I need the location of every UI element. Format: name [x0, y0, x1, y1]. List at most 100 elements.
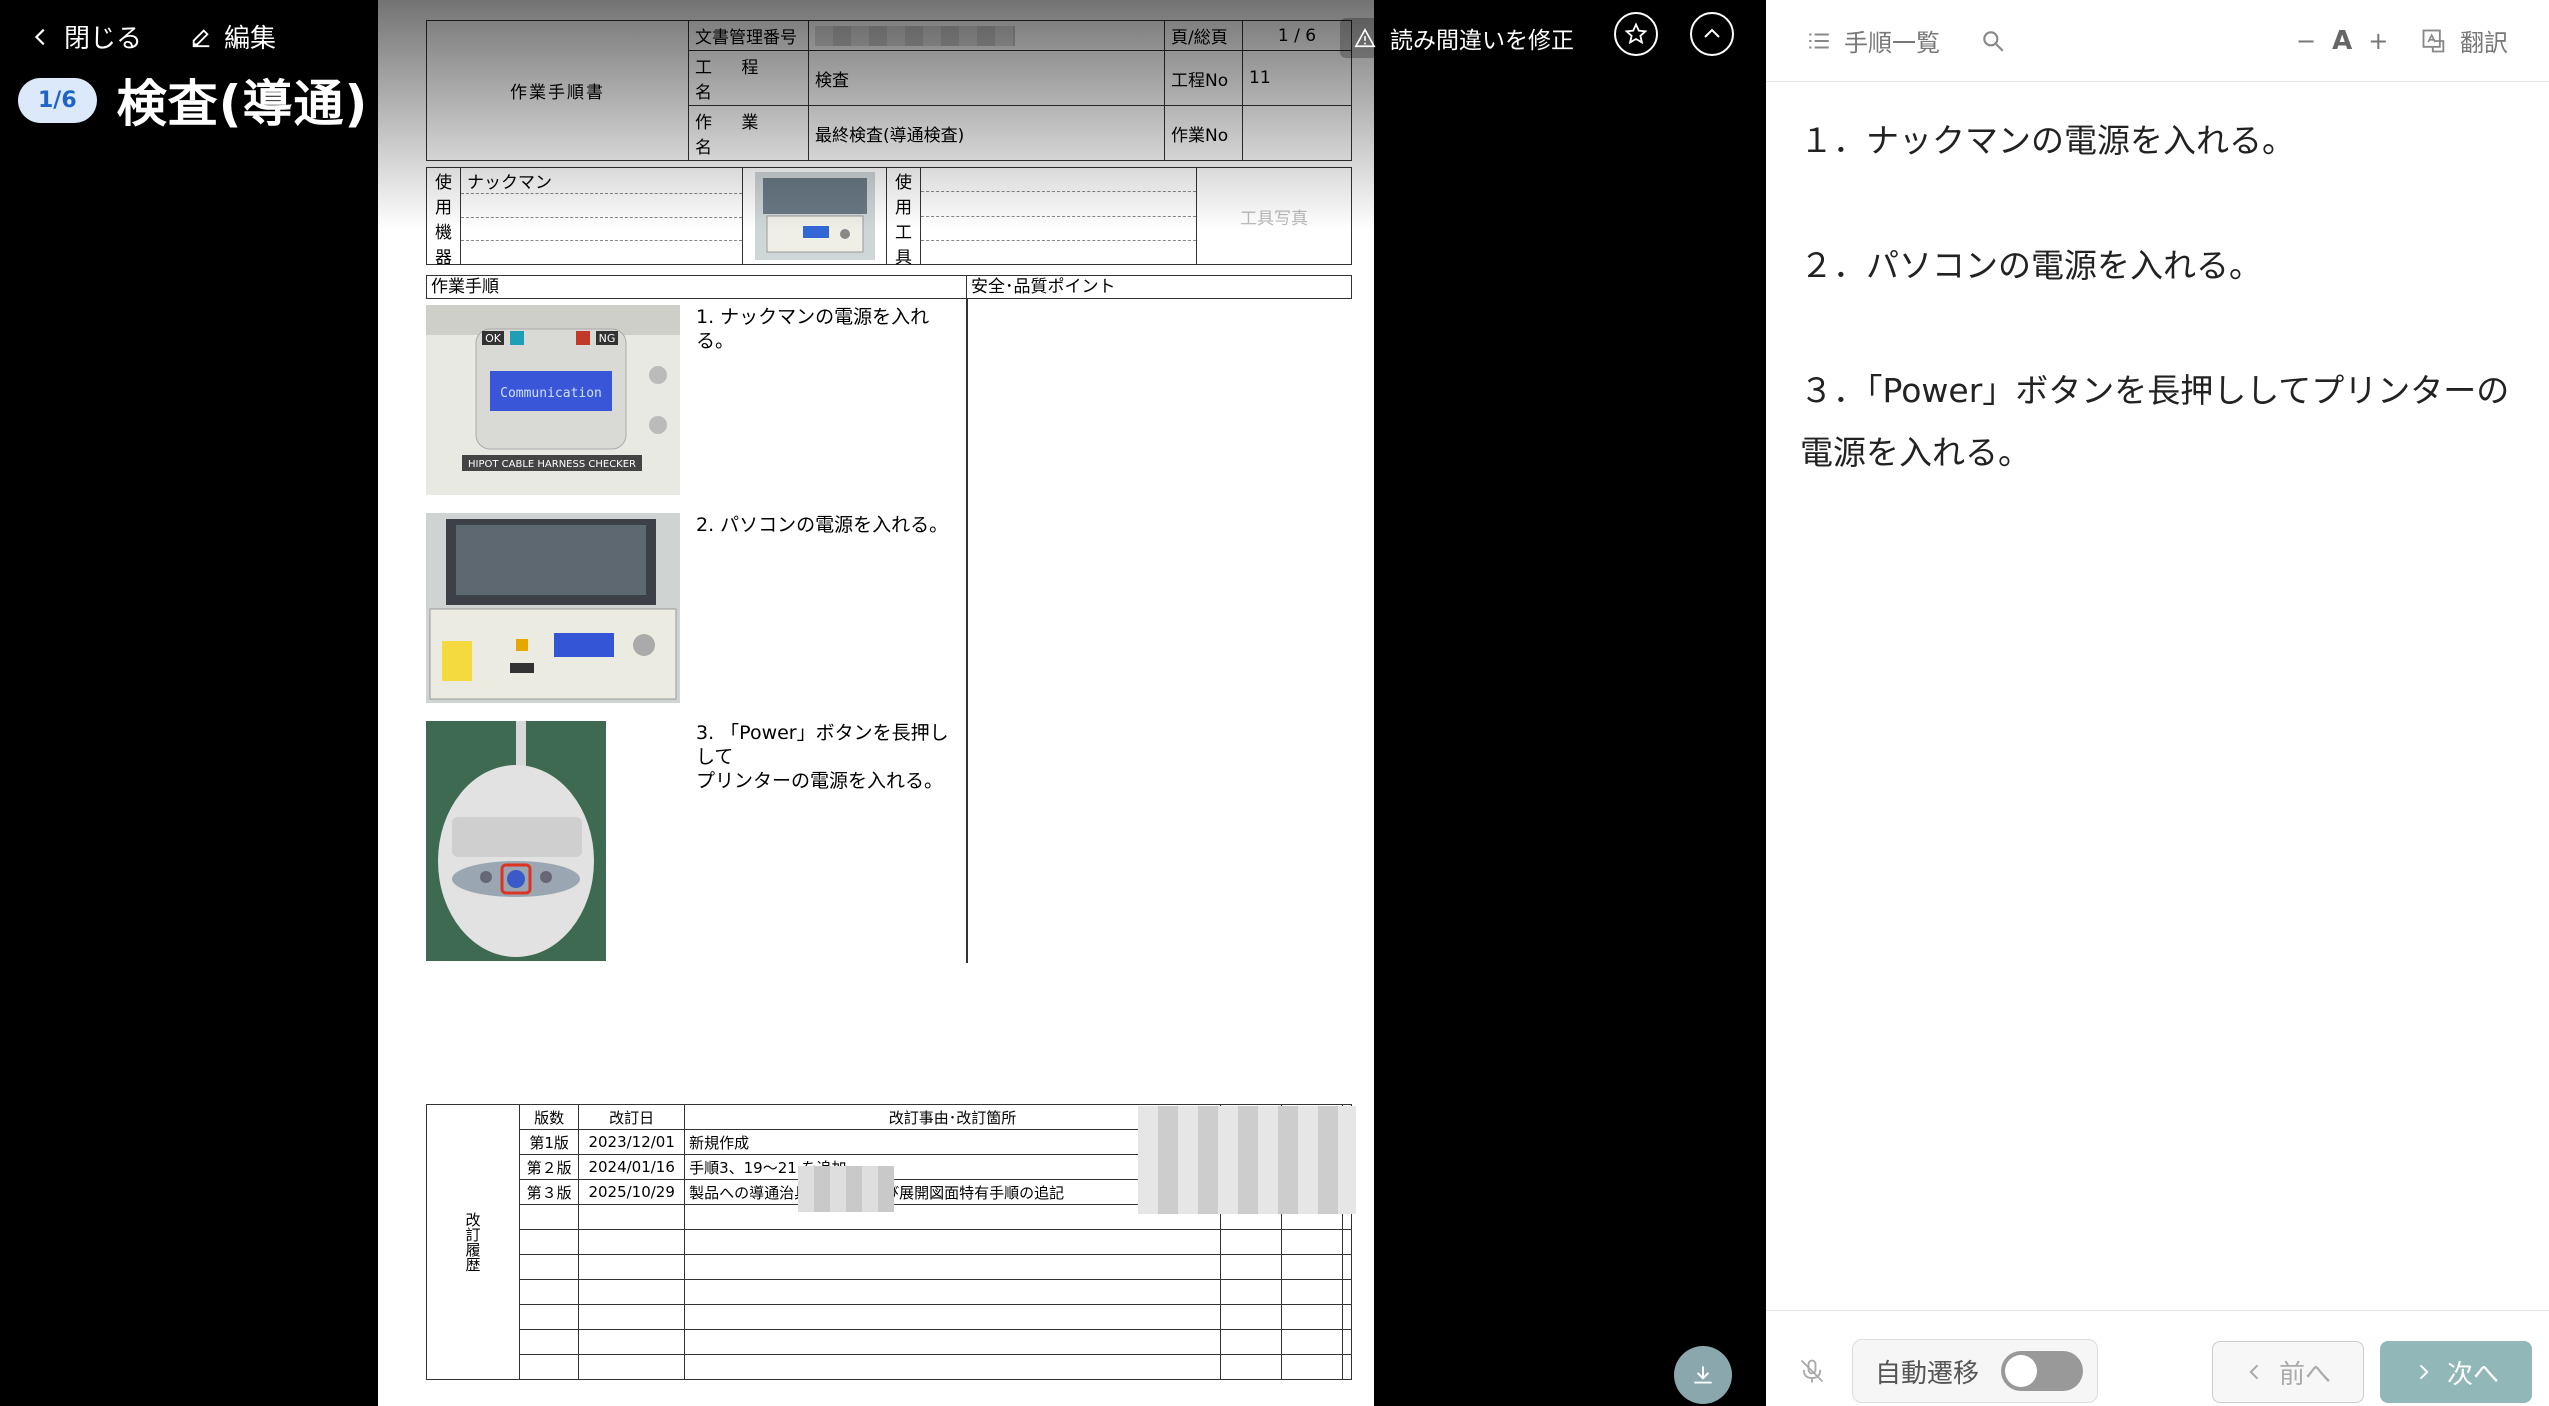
search-icon: [1983, 30, 2004, 52]
revision-cell: [518, 1204, 580, 1230]
work-name-label: 作 業 名: [688, 105, 809, 161]
close-label: 閉じる: [64, 24, 143, 54]
edit-label: 編集: [224, 24, 277, 54]
pencil-icon: [192, 28, 210, 47]
revision-cell: [518, 1354, 580, 1380]
edit-button[interactable]: 編集: [190, 18, 276, 55]
revision-header-ver: 版数: [518, 1104, 580, 1130]
auto-advance-toggle[interactable]: [2001, 1351, 2084, 1391]
revision-cell: [1220, 1354, 1282, 1380]
revision-cell: [518, 1279, 580, 1305]
doc-step-2-text: 2. パソコンの電源を入れる。: [696, 514, 949, 536]
checker-screen-text: Communication: [500, 386, 602, 401]
step-1-photo: Communication OK NG HIPOT CABLE HARNESS …: [426, 305, 680, 495]
ng-label: NG: [599, 332, 616, 345]
translate-button[interactable]: 翻訳: [2420, 23, 2508, 58]
process-value: 検査: [808, 50, 1165, 106]
ok-label: OK: [485, 332, 502, 345]
revision-cell: [1220, 1304, 1282, 1330]
revision-cell: [684, 1254, 1222, 1280]
revision-cell: [684, 1304, 1222, 1330]
font-size-control: − A +: [2296, 26, 2388, 56]
revision-cell: [578, 1304, 686, 1330]
download-button[interactable]: [1674, 1346, 1732, 1404]
collapse-button[interactable]: [1690, 12, 1734, 56]
chevron-left-icon: [34, 28, 45, 45]
revision-cell: [1220, 1254, 1282, 1280]
equipment-photo: [743, 168, 887, 264]
prev-button[interactable]: 前へ: [2212, 1341, 2364, 1403]
tool-label: 使 用 工 具: [887, 168, 921, 268]
favorite-button[interactable]: [1614, 12, 1658, 56]
tool-item-empty: [921, 192, 1196, 217]
equipment-item: ナックマン: [461, 168, 742, 194]
tool-photo-placeholder: 工具写真: [1240, 208, 1308, 229]
revision-cell: [1280, 1279, 1344, 1305]
revision-cell: [1280, 1354, 1344, 1380]
font-increase-button[interactable]: +: [2368, 27, 2388, 55]
prev-label: 前へ: [2278, 1359, 2331, 1390]
revision-cell: [1342, 1254, 1352, 1280]
page-label: 頁/総頁: [1164, 20, 1243, 51]
doc-step-1-text: 1. ナックマンの電源を入れる。: [696, 306, 930, 352]
fix-misreading-button[interactable]: 読み間違いを修正: [1340, 18, 1588, 58]
download-icon: [1694, 1366, 1712, 1384]
revision-cell: [518, 1329, 580, 1355]
warning-icon: [1354, 28, 1376, 48]
mic-button[interactable]: [1798, 1357, 1826, 1389]
app-root: 作業手順書 文書管理番号 頁/総頁 1 / 6 工 程 名 検査 工程No 11…: [0, 0, 2549, 1406]
panel-footer: 自動遷移 前へ 次へ: [1766, 1310, 2549, 1406]
next-button[interactable]: 次へ: [2380, 1341, 2532, 1403]
equipment-label: 使 用 機 器: [427, 168, 461, 268]
document-viewer[interactable]: 作業手順書 文書管理番号 頁/総頁 1 / 6 工 程 名 検査 工程No 11…: [378, 0, 1374, 1406]
chevron-right-icon: [2419, 1364, 2429, 1380]
work-name-value: 最終検査(導通検査): [808, 105, 1165, 161]
blurred-doc-no: [815, 25, 1015, 46]
doc-step-2: 2. パソコンの電源を入れる。: [426, 513, 966, 703]
revision-cell: [578, 1229, 686, 1255]
revision-cell: [578, 1254, 686, 1280]
star-icon: [1624, 22, 1648, 45]
close-button[interactable]: 閉じる: [30, 18, 142, 55]
revision-row-date: 2025/10/29: [578, 1179, 686, 1205]
translate-label: 翻訳: [2460, 29, 2508, 57]
doc-step-1: Communication OK NG HIPOT CABLE HARNESS …: [426, 305, 966, 495]
top-nav: 閉じる 編集: [30, 18, 276, 55]
revision-label: 改訂履歴: [426, 1104, 520, 1380]
tool-char: 使: [895, 173, 912, 193]
revision-cell: [1220, 1329, 1282, 1355]
steps-label: 作業手順: [427, 276, 967, 298]
equipment-item-empty: [461, 218, 742, 242]
panel-step-list: １．ナックマンの電源を入れる。 ２．パソコンの電源を入れる。 ３．「Power」…: [1800, 110, 2530, 547]
revision-row-ver: 第３版: [518, 1179, 580, 1205]
doc-no-value: [808, 20, 1165, 51]
doc-title: 作業手順書: [426, 20, 689, 161]
step-list-button[interactable]: 手順一覧: [1806, 23, 1940, 58]
revision-cell: [578, 1329, 686, 1355]
font-decrease-button[interactable]: −: [2296, 27, 2316, 55]
steps-header: 作業手順 安全･品質ポイント: [426, 275, 1352, 299]
tool-char: 用: [895, 198, 912, 218]
revision-cell: [1342, 1354, 1352, 1380]
fix-misreading-label: 読み間違いを修正: [1390, 28, 1574, 54]
doc-step-3: 3. 「Power」ボタンを長押しして プリンターの電源を入れる。: [426, 721, 966, 961]
revision-cell: [1220, 1229, 1282, 1255]
revision-cell: [518, 1304, 580, 1330]
revision-cell: [518, 1229, 580, 1255]
equip-char: 用: [435, 198, 452, 218]
font-size-label: A: [2332, 25, 2353, 56]
revision-cell: [684, 1354, 1222, 1380]
list-icon: [1809, 33, 1829, 48]
search-button[interactable]: [1980, 28, 2006, 54]
step-3-photo: [426, 721, 606, 961]
chevron-left-icon: [2249, 1364, 2259, 1380]
pc-photo: [426, 513, 680, 703]
process-no-label: 工程No: [1164, 50, 1243, 106]
work-no-label: 作業No: [1164, 105, 1243, 161]
revision-row-date: 2024/01/16: [578, 1154, 686, 1180]
chevron-up-icon: [1704, 28, 1720, 38]
auto-advance-label: 自動遷移: [1875, 1358, 1980, 1389]
revision-cell: [1342, 1279, 1352, 1305]
checker-caption: HIPOT CABLE HARNESS CHECKER: [468, 459, 636, 470]
tool-char: 具: [895, 248, 912, 268]
